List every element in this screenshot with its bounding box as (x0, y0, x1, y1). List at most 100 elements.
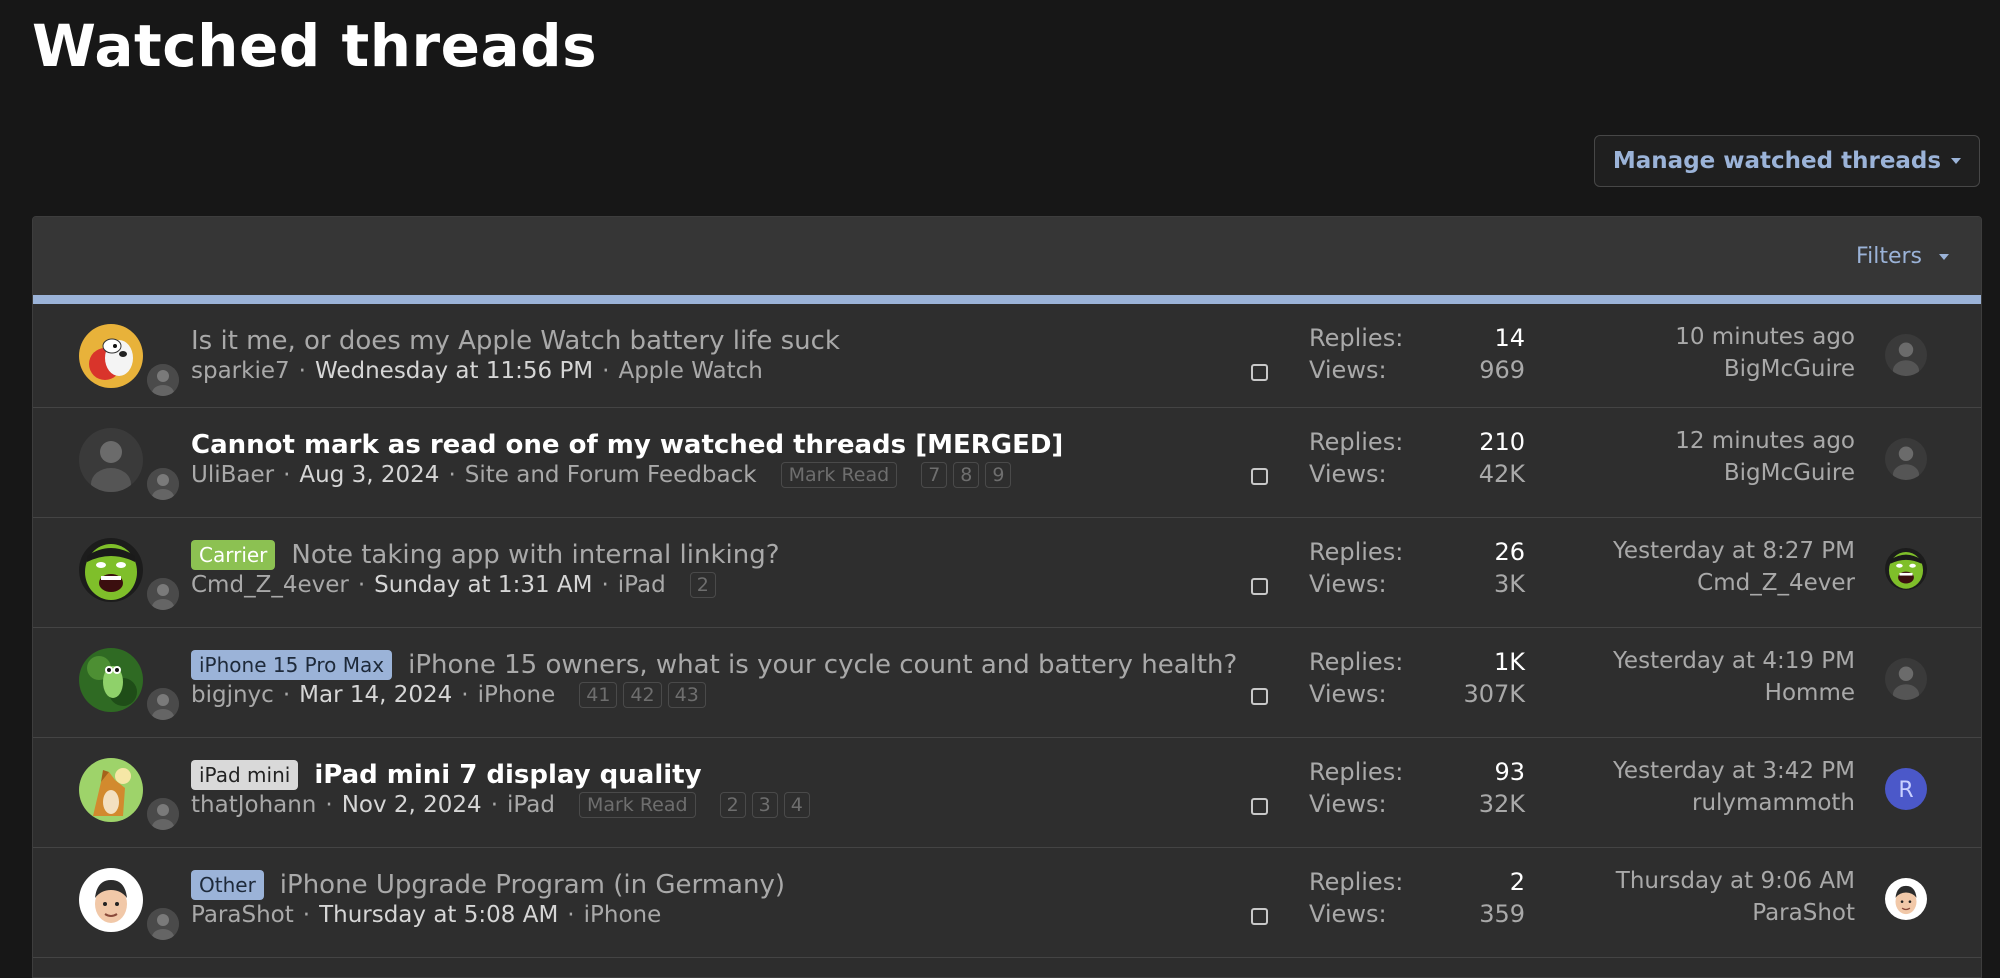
thread-forum-link[interactable]: iPhone (584, 902, 662, 928)
last-poster-link[interactable]: rulymammoth (1692, 790, 1855, 816)
views-label: Views: (1309, 680, 1387, 708)
replies-count: 1K (1493, 648, 1525, 676)
mark-read-button[interactable]: Mark Read (780, 462, 898, 488)
last-poster-link[interactable]: ParaShot (1752, 900, 1855, 926)
views-count: 42K (1478, 460, 1525, 488)
thread-list-block: Filters Is it me, or does my Apple Watch… (32, 216, 1982, 978)
thread-prefix-badge[interactable]: Carrier (191, 540, 276, 570)
page-title: Watched threads (32, 12, 598, 80)
replies-count: 2 (1509, 868, 1525, 896)
user-photo-avatar-icon[interactable] (147, 364, 179, 396)
thread-start-date[interactable]: Mar 14, 2024 (299, 682, 452, 708)
last-poster-link[interactable]: BigMcGuire (1724, 356, 1855, 382)
user-photo-avatar-icon[interactable] (147, 468, 179, 500)
replies-label: Replies: (1309, 428, 1404, 456)
mark-read-button[interactable]: Mark Read (578, 792, 696, 818)
thread-prefix-badge[interactable]: iPhone 15 Pro Max (191, 650, 393, 680)
letter-r-avatar-icon[interactable]: R (1885, 768, 1927, 810)
page-jump-link[interactable]: 9 (985, 462, 1012, 488)
replies-count: 14 (1494, 324, 1525, 352)
thread-title-link[interactable]: iPhone 15 owners, what is your cycle cou… (408, 650, 1237, 680)
thread-start-date[interactable]: Wednesday at 11:56 PM (315, 358, 593, 384)
thread-title-link[interactable]: Is it me, or does my Apple Watch battery… (191, 326, 840, 356)
thread-start-date[interactable]: Aug 3, 2024 (299, 462, 439, 488)
wolf-avatar-icon[interactable] (79, 758, 143, 822)
user-photo-avatar-icon[interactable] (1885, 334, 1927, 376)
select-thread-checkbox[interactable] (1251, 578, 1268, 595)
thread-forum-link[interactable]: iPhone (478, 682, 556, 708)
last-poster-link[interactable]: Cmd_Z_4ever (1697, 570, 1855, 596)
page-jump-link[interactable]: 7 (921, 462, 948, 488)
user-photo-avatar-icon[interactable] (1885, 438, 1927, 480)
thread-start-date[interactable]: Nov 2, 2024 (342, 792, 482, 818)
page-jump-link[interactable]: 4 (783, 792, 810, 818)
page-jump-link[interactable]: 41 (579, 682, 618, 708)
thread-row[interactable]: Cannot mark as read one of my watched th… (33, 408, 1981, 518)
views-count: 3K (1493, 570, 1525, 598)
last-post-time-link[interactable]: 12 minutes ago (1675, 428, 1855, 454)
manage-watched-threads-label: Manage watched threads (1612, 148, 1942, 174)
last-post-time-link[interactable]: 10 minutes ago (1675, 324, 1855, 350)
select-thread-checkbox[interactable] (1251, 688, 1268, 705)
last-poster-link[interactable]: BigMcGuire (1724, 460, 1855, 486)
views-count: 359 (1479, 900, 1525, 928)
cartoon-dog-avatar-icon[interactable] (79, 324, 143, 388)
thread-title-link[interactable]: Cannot mark as read one of my watched th… (191, 430, 1063, 460)
separator-dot: · (490, 792, 499, 818)
user-photo-avatar-icon[interactable] (1885, 658, 1927, 700)
last-post-time-link[interactable]: Yesterday at 3:42 PM (1613, 758, 1855, 784)
thread-row[interactable]: Is it me, or does my Apple Watch battery… (33, 304, 1981, 408)
thread-author-link[interactable]: bigjnyc (191, 682, 274, 708)
hulk-avatar-icon[interactable] (1885, 548, 1927, 590)
thread-author-link[interactable]: Cmd_Z_4ever (191, 572, 349, 598)
thread-forum-link[interactable]: Site and Forum Feedback (465, 462, 757, 488)
page-jump-link[interactable]: 43 (667, 682, 706, 708)
last-post-time-link[interactable]: Thursday at 9:06 AM (1616, 868, 1855, 894)
manage-watched-threads-button[interactable]: Manage watched threads (1594, 135, 1980, 187)
user-photo-avatar-icon[interactable] (147, 578, 179, 610)
filters-button[interactable]: Filters (1856, 244, 1949, 269)
memoji-avatar-icon[interactable] (1885, 878, 1927, 920)
user-photo-avatar-icon[interactable] (147, 908, 179, 940)
page-jump-link[interactable]: 2 (689, 572, 716, 598)
separator-dot: · (298, 358, 306, 384)
thread-prefix-badge[interactable]: Other (191, 870, 264, 900)
user-photo-avatar-icon[interactable] (79, 428, 143, 492)
thread-author-link[interactable]: ParaShot (191, 902, 294, 928)
select-thread-checkbox[interactable] (1251, 798, 1268, 815)
thread-forum-link[interactable]: Apple Watch (618, 358, 762, 384)
thread-row[interactable]: Other iPhone Upgrade Program (in Germany)… (33, 848, 1981, 958)
last-post-time-link[interactable]: Yesterday at 4:19 PM (1613, 648, 1855, 674)
thread-start-date[interactable]: Thursday at 5:08 AM (319, 902, 558, 928)
thread-forum-link[interactable]: iPad (618, 572, 666, 598)
thread-title-link[interactable]: Note taking app with internal linking? (291, 540, 779, 570)
replies-label: Replies: (1309, 648, 1404, 676)
page-jump-link[interactable]: 3 (751, 792, 778, 818)
thread-title-link[interactable]: iPad mini 7 display quality (314, 760, 701, 790)
thread-forum-link[interactable]: iPad (507, 792, 555, 818)
select-thread-checkbox[interactable] (1251, 364, 1268, 381)
last-post-time-link[interactable]: Yesterday at 8:27 PM (1613, 538, 1855, 564)
select-thread-checkbox[interactable] (1251, 468, 1268, 485)
views-label: Views: (1309, 356, 1387, 384)
thread-row[interactable]: iPhone 15 Pro Max iPhone 15 owners, what … (33, 628, 1981, 738)
thread-title-line: iPad mini iPad mini 7 display quality (191, 760, 702, 790)
thread-start-date[interactable]: Sunday at 1:31 AM (374, 572, 592, 598)
page-jump-link[interactable]: 8 (953, 462, 980, 488)
user-photo-avatar-icon[interactable] (147, 688, 179, 720)
thread-row[interactable]: iPad mini iPad mini 7 display quality that… (33, 738, 1981, 848)
select-thread-checkbox[interactable] (1251, 908, 1268, 925)
frog-avatar-icon[interactable] (79, 648, 143, 712)
thread-title-link[interactable]: iPhone Upgrade Program (in Germany) (280, 870, 785, 900)
thread-prefix-badge[interactable]: iPad mini (191, 760, 299, 790)
last-poster-link[interactable]: Homme (1765, 680, 1855, 706)
thread-author-link[interactable]: UliBaer (191, 462, 274, 488)
memoji-avatar-icon[interactable] (79, 868, 143, 932)
hulk-avatar-icon[interactable] (79, 538, 143, 602)
thread-author-link[interactable]: sparkie7 (191, 358, 290, 384)
page-jump-link[interactable]: 42 (623, 682, 662, 708)
page-jump-link[interactable]: 2 (719, 792, 746, 818)
user-photo-avatar-icon[interactable] (147, 798, 179, 830)
thread-author-link[interactable]: thatJohann (191, 792, 316, 818)
thread-row[interactable]: Carrier Note taking app with internal lin… (33, 518, 1981, 628)
